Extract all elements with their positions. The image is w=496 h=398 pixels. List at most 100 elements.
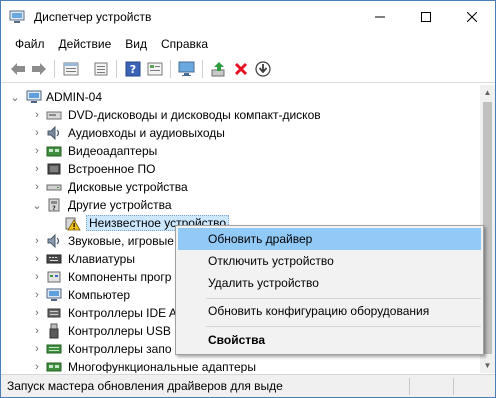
scan-hardware-button[interactable] bbox=[178, 60, 196, 78]
status-bar: Запуск мастера обновления драйверов для … bbox=[1, 374, 495, 397]
update-driver-toolbar-button[interactable] bbox=[210, 60, 228, 78]
status-divider bbox=[409, 378, 410, 395]
monitor-icon bbox=[178, 61, 195, 76]
window-title: Диспетчер устройств bbox=[34, 10, 152, 24]
tree-item[interactable]: › Дисковые устройства bbox=[2, 178, 480, 196]
tree-item-label: Аудиовходы и аудиовыходы bbox=[68, 126, 225, 140]
tree-item-label: Встроенное ПО bbox=[68, 162, 156, 176]
tree-item[interactable]: ⌄ ? Другие устройства bbox=[2, 196, 480, 214]
tree-item[interactable]: › DVD-дисководы и дисководы компакт-диск… bbox=[2, 106, 480, 124]
computer-icon bbox=[46, 288, 62, 301]
svg-text:?: ? bbox=[130, 63, 136, 76]
context-menu: Обновить драйвер Отключить устройство Уд… bbox=[175, 225, 484, 355]
help-button[interactable]: ? bbox=[124, 60, 142, 78]
back-button[interactable] bbox=[9, 60, 27, 78]
expand-chevron-icon[interactable]: › bbox=[32, 250, 42, 268]
tree-item[interactable]: › Встроенное ПО bbox=[2, 160, 480, 178]
maximize-button[interactable] bbox=[403, 1, 449, 33]
menu-action[interactable]: Действие bbox=[52, 34, 119, 54]
ctx-scan-hardware[interactable]: Обновить конфигурацию оборудования bbox=[178, 300, 481, 322]
ctx-disable-device[interactable]: Отключить устройство bbox=[178, 250, 481, 272]
view-button[interactable] bbox=[146, 60, 164, 78]
menu-file[interactable]: Файл bbox=[8, 34, 52, 54]
firmware-icon bbox=[47, 163, 61, 175]
expand-chevron-icon[interactable]: › bbox=[32, 286, 42, 304]
download-icon bbox=[255, 61, 271, 77]
multifunction-icon bbox=[46, 362, 62, 372]
forward-button[interactable] bbox=[30, 60, 48, 78]
tree-item[interactable]: › Многофункциональные адаптеры bbox=[2, 358, 480, 373]
back-icon bbox=[11, 63, 25, 75]
toolbar-separator bbox=[116, 60, 117, 78]
minimize-button[interactable] bbox=[357, 1, 403, 33]
software-component-icon bbox=[47, 271, 61, 283]
forward-icon bbox=[32, 63, 46, 75]
usb-icon bbox=[49, 323, 59, 339]
expand-chevron-icon[interactable]: › bbox=[32, 160, 42, 178]
tree-root-label: ADMIN-04 bbox=[46, 90, 103, 104]
scroll-up-arrow-icon[interactable]: ▲ bbox=[480, 85, 495, 100]
tree-item-label: Видеоадаптеры bbox=[68, 144, 158, 158]
toolbar-separator bbox=[170, 60, 171, 78]
tree-item[interactable]: › Аудиовходы и аудиовыходы bbox=[2, 124, 480, 142]
close-icon bbox=[467, 12, 477, 22]
expand-chevron-icon[interactable]: › bbox=[32, 142, 42, 160]
tree-item-label: Контроллеры USB bbox=[68, 324, 171, 338]
help-icon: ? bbox=[125, 61, 141, 77]
other-devices-icon: ? bbox=[48, 198, 60, 212]
sound-icon bbox=[47, 233, 60, 249]
update-driver-icon bbox=[211, 62, 225, 77]
ctx-separator bbox=[206, 298, 481, 299]
expand-chevron-icon[interactable]: › bbox=[32, 178, 42, 196]
properties-button[interactable] bbox=[62, 60, 80, 78]
close-button[interactable] bbox=[449, 1, 495, 33]
uninstall-toolbar-button[interactable] bbox=[232, 60, 250, 78]
tree-item-label: Звуковые, игровые bbox=[68, 234, 174, 248]
expand-chevron-icon[interactable]: › bbox=[32, 340, 42, 358]
expand-chevron-icon[interactable]: › bbox=[32, 232, 42, 250]
view-icon bbox=[147, 62, 163, 76]
menu-bar: Файл Действие Вид Справка bbox=[1, 34, 495, 54]
maximize-icon bbox=[421, 12, 431, 22]
expand-chevron-icon[interactable]: › bbox=[32, 304, 42, 322]
menu-view[interactable]: Вид bbox=[118, 34, 154, 54]
expand-chevron-icon[interactable]: › bbox=[32, 106, 42, 124]
tree-item-label: Контроллеры IDE A bbox=[68, 306, 177, 320]
tree-item-label: Другие устройства bbox=[68, 198, 172, 212]
scrollbar-thumb[interactable] bbox=[483, 102, 492, 354]
list-button[interactable] bbox=[92, 60, 110, 78]
expand-chevron-icon[interactable]: › bbox=[32, 124, 42, 142]
toolbar-separator bbox=[202, 60, 203, 78]
computer-root-icon bbox=[26, 90, 42, 103]
keyboard-icon bbox=[46, 254, 62, 264]
expand-chevron-icon[interactable]: › bbox=[32, 358, 42, 373]
audio-icon bbox=[47, 125, 60, 141]
toolbar: ? bbox=[1, 55, 495, 83]
collapse-chevron-icon[interactable]: ⌄ bbox=[10, 88, 20, 106]
ctx-properties[interactable]: Свойства bbox=[178, 329, 481, 351]
ide-icon bbox=[47, 308, 61, 318]
warning-device-icon bbox=[65, 217, 81, 231]
display-adapter-icon bbox=[46, 146, 62, 157]
disk-icon bbox=[46, 184, 62, 191]
uninstall-icon bbox=[234, 62, 248, 76]
tree-item-label: Дисковые устройства bbox=[68, 180, 188, 194]
ctx-update-driver[interactable]: Обновить драйвер bbox=[178, 228, 481, 250]
expand-chevron-icon[interactable]: › bbox=[32, 322, 42, 340]
download-toolbar-button[interactable] bbox=[254, 60, 272, 78]
collapse-chevron-icon[interactable]: ⌄ bbox=[32, 196, 42, 214]
tree-item-label: Компоненты прогр bbox=[68, 270, 172, 284]
tree-item-label: Компьютер bbox=[68, 288, 131, 302]
tree-item-label: Клавиатуры bbox=[68, 252, 135, 266]
tree-item[interactable]: › Видеоадаптеры bbox=[2, 142, 480, 160]
tree-item-label: DVD-дисководы и дисководы компакт-дисков bbox=[68, 108, 321, 122]
ctx-uninstall-device[interactable]: Удалить устройство bbox=[178, 272, 481, 294]
expand-chevron-icon[interactable]: › bbox=[32, 268, 42, 286]
scroll-down-arrow-icon[interactable]: ▼ bbox=[480, 358, 495, 373]
menu-help[interactable]: Справка bbox=[154, 34, 215, 54]
storage-controller-icon bbox=[46, 344, 62, 354]
tree-root[interactable]: ⌄ ADMIN-04 bbox=[2, 88, 480, 106]
ctx-separator bbox=[206, 326, 481, 327]
dvd-icon bbox=[46, 111, 62, 120]
device-manager-app-icon bbox=[9, 10, 25, 23]
